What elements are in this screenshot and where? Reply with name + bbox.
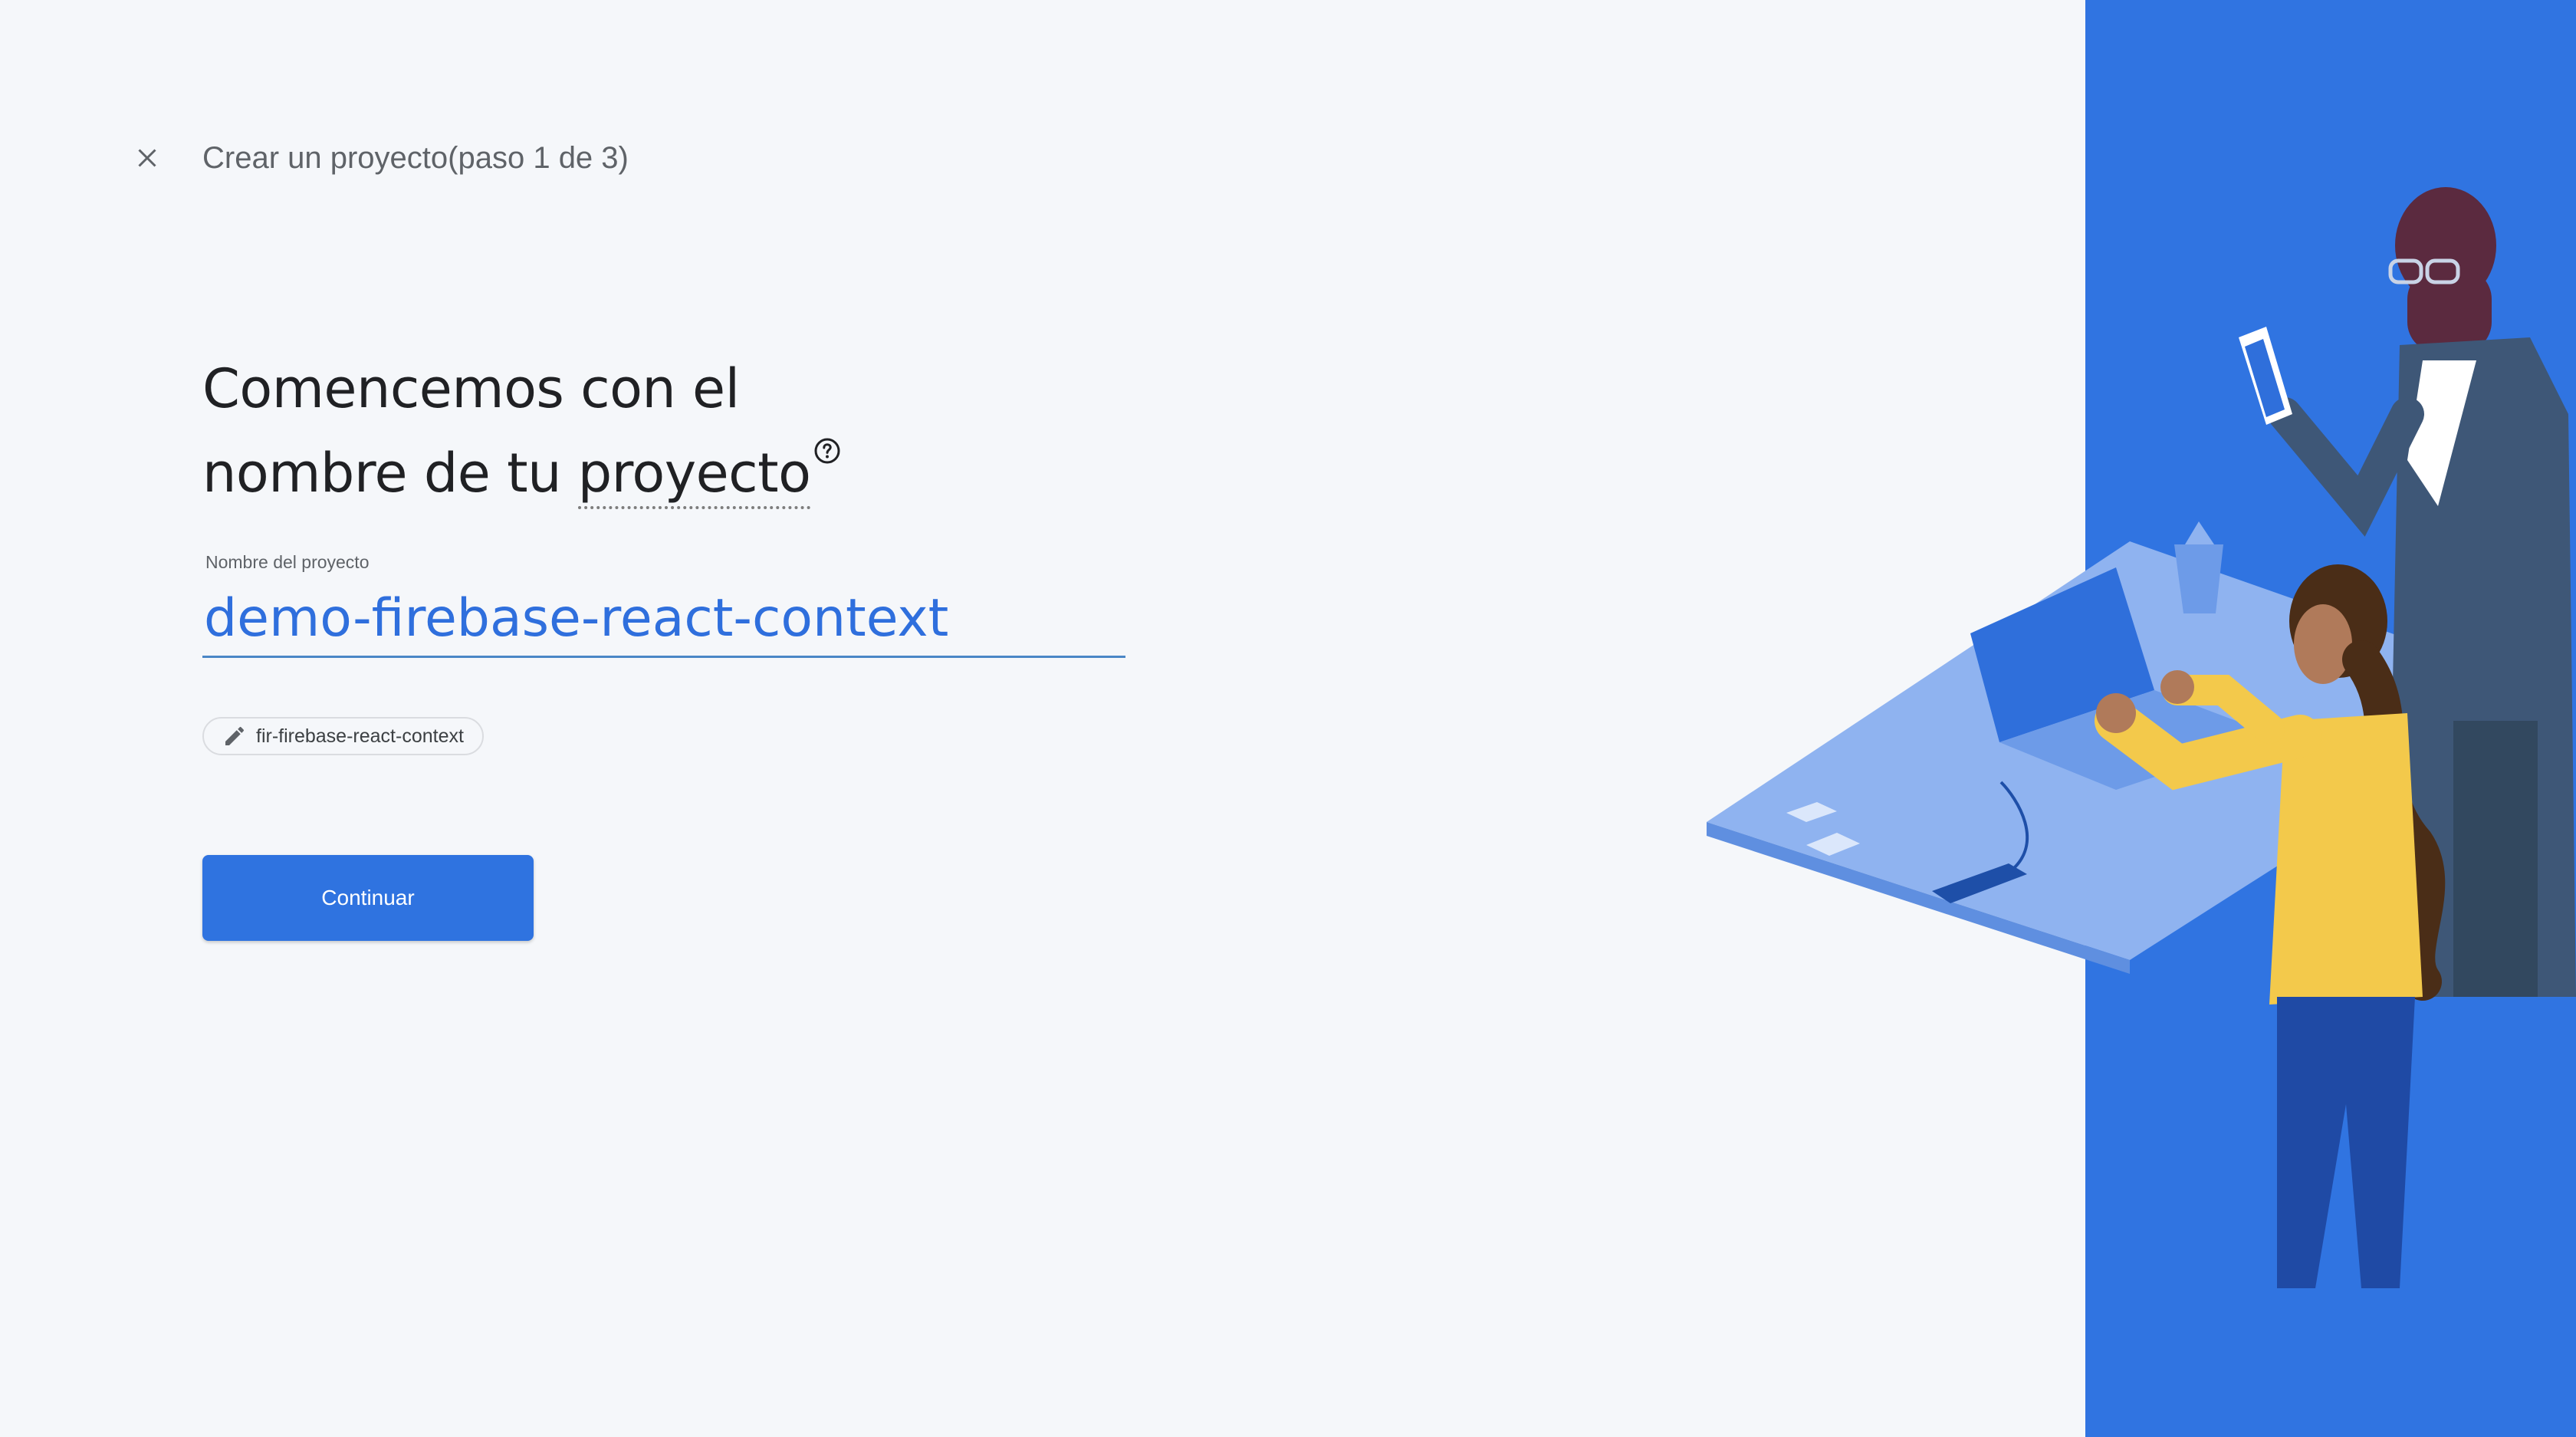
project-name-label: Nombre del proyecto — [205, 552, 370, 572]
heading-term-project[interactable]: proyecto — [577, 442, 811, 509]
step-title: Crear un proyecto(paso 1 de 3) — [202, 141, 629, 175]
close-button[interactable] — [127, 138, 167, 178]
team-illustration — [1707, 187, 2576, 1288]
page-heading: Comencemos con el nombre de tu proyecto — [202, 347, 841, 515]
heading-line-2: nombre de tu proyecto — [202, 431, 841, 515]
pencil-icon — [225, 726, 245, 745]
heading-line-2-prefix: nombre de tu — [202, 442, 578, 505]
project-name-input[interactable] — [202, 581, 1125, 658]
help-circle-icon[interactable] — [813, 437, 841, 465]
heading-line-1: Comencemos con el — [202, 357, 740, 420]
project-id-chip[interactable]: fir-firebase-react-context — [202, 717, 484, 755]
project-id-label: fir-firebase-react-context — [256, 725, 464, 747]
continue-button[interactable]: Continuar — [202, 855, 534, 941]
close-icon — [138, 149, 156, 167]
